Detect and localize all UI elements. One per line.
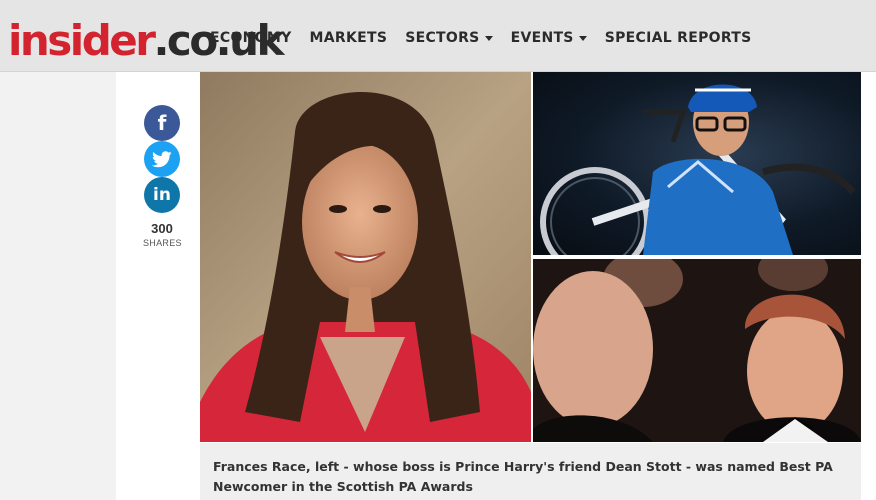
article-photo-cyclist: [533, 72, 861, 255]
linkedin-icon: in: [153, 185, 171, 205]
nav-economy[interactable]: ECONOMY: [210, 30, 292, 46]
event-photo-illustration: [533, 259, 861, 442]
nav-markets-label: MARKETS: [309, 30, 388, 46]
logo-insider: insider: [8, 16, 156, 65]
chevron-down-icon: [578, 36, 587, 41]
nav-events-label: EVENTS: [510, 30, 574, 46]
cyclist-photo-illustration: [540, 84, 856, 255]
twitter-icon: [152, 150, 172, 167]
nav-economy-label: ECONOMY: [210, 30, 292, 46]
linkedin-share-button[interactable]: in: [144, 177, 180, 213]
nav-special-reports[interactable]: SPECIAL REPORTS: [605, 30, 752, 46]
photo-caption: Frances Race, left - whose boss is Princ…: [200, 443, 861, 500]
article-photo-woman: [200, 72, 531, 442]
nav-sectors-label: SECTORS: [405, 30, 480, 46]
twitter-share-button[interactable]: [144, 141, 180, 177]
facebook-share-button[interactable]: f: [144, 105, 180, 141]
facebook-icon: f: [157, 111, 167, 135]
caption-text: Frances Race, left - whose boss is Princ…: [213, 459, 833, 494]
chevron-down-icon: [484, 36, 493, 41]
article-photo-event: [533, 259, 861, 442]
nav-special-reports-label: SPECIAL REPORTS: [604, 30, 752, 46]
nav-sectors[interactable]: SECTORS: [405, 30, 493, 46]
site-header: insider .co.uk ECONOMY MARKETS SECTORS EV…: [0, 0, 876, 72]
share-count-label: SHARES: [143, 238, 182, 248]
nav-events[interactable]: EVENTS: [511, 30, 587, 46]
share-count: 300: [151, 221, 173, 236]
woman-photo-illustration: [200, 72, 531, 442]
main-nav: ECONOMY MARKETS SECTORS EVENTS SPECIAL R…: [210, 28, 770, 48]
nav-markets[interactable]: MARKETS: [310, 30, 388, 46]
